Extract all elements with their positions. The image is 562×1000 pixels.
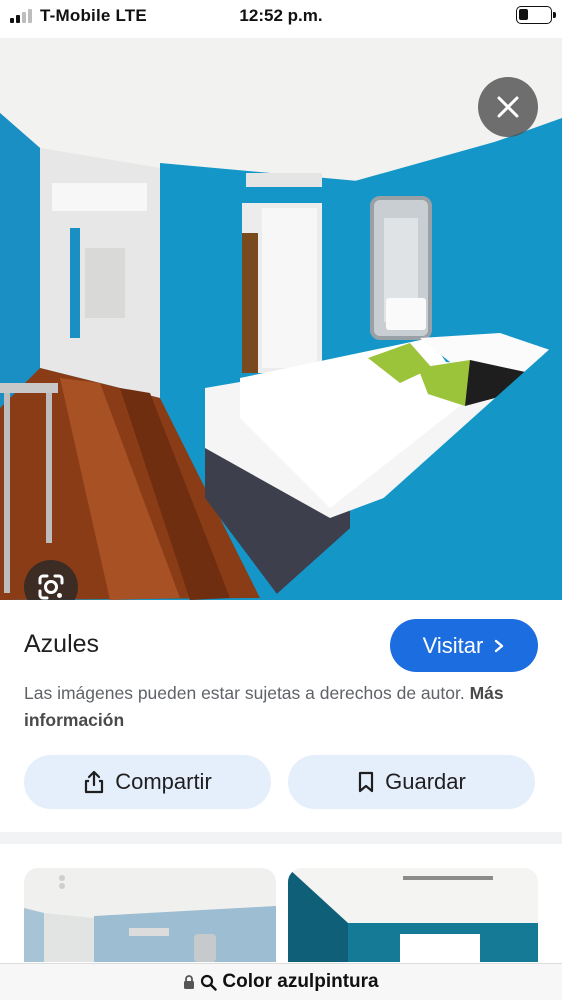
google-lens-icon — [38, 574, 64, 600]
browser-address-bar[interactable]: Color azulpintura — [0, 963, 562, 1000]
related-bedroom-photo-2 — [288, 868, 538, 962]
visit-button[interactable]: Visitar — [390, 619, 538, 672]
bedroom-photo — [0, 38, 562, 600]
related-image[interactable] — [24, 868, 276, 962]
section-divider — [0, 832, 562, 844]
save-button-label: Guardar — [385, 769, 466, 794]
visit-button-label: Visitar — [422, 632, 484, 658]
bookmark-icon — [359, 771, 374, 793]
battery-icon — [516, 6, 556, 24]
save-button[interactable]: Guardar — [288, 755, 535, 809]
close-icon — [497, 96, 519, 118]
share-button[interactable]: Compartir — [24, 755, 271, 809]
status-time: 12:52 p.m. — [239, 6, 323, 25]
lock-icon — [184, 975, 195, 989]
address-bar-text: Color azulpintura — [222, 971, 379, 992]
result-image[interactable] — [0, 38, 562, 600]
share-button-label: Compartir — [115, 769, 212, 794]
share-icon — [85, 770, 104, 794]
copyright-text: Las imágenes pueden estar sujetas a dere… — [24, 683, 465, 703]
status-bar: T-Mobile LTE 12:52 p.m. — [0, 0, 562, 32]
related-image[interactable] — [288, 868, 538, 962]
related-bedroom-photo-1 — [24, 868, 276, 962]
chevron-right-icon — [495, 639, 504, 652]
image-title: Azules — [24, 630, 100, 658]
close-button[interactable] — [478, 77, 538, 137]
search-icon — [201, 974, 218, 991]
copyright-notice: Las imágenes pueden estar sujetas a dere… — [24, 680, 524, 734]
